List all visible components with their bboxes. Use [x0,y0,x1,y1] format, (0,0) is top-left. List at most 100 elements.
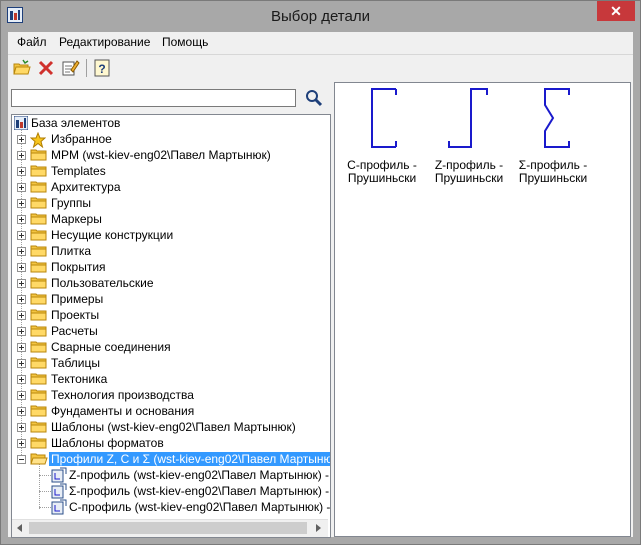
tree-item[interactable]: Шаблоны (wst-kiev-eng02\Павел Мартынюк) [12,419,328,435]
search-icon [306,90,323,107]
expand-icon[interactable] [17,135,26,144]
tree-item[interactable]: Покрытия [12,259,328,275]
tree-item[interactable]: Тектоника [12,371,328,387]
tree-item-label: Пользовательские [51,276,154,290]
tree-item[interactable]: Плитка [12,243,328,259]
close-button[interactable]: ✕ [597,1,635,21]
window: Выбор детали ✕ Файл Редактирование Помощ… [0,0,641,545]
folder-icon [30,228,48,242]
tree-item[interactable]: Несущие конструкции [12,227,328,243]
folder-icon [30,340,48,354]
tree-root-label: База элементов [31,116,121,130]
tree-item-label: Несущие конструкции [51,228,174,242]
tree-item[interactable]: Группы [12,195,328,211]
profile-item-z[interactable]: Z-профиль - Прушиньски [429,83,509,203]
profile-item-sigma[interactable]: Σ-профиль - Прушиньски [513,83,593,203]
expand-icon[interactable] [17,439,26,448]
tree-item-label: Шаблоны форматов [51,436,164,450]
expand-icon[interactable] [17,151,26,160]
tree-item-label: MPM (wst-kiev-eng02\Павел Мартынюк) [51,148,271,162]
delete-button[interactable] [36,58,56,78]
expand-icon[interactable] [17,263,26,272]
tree-child-label: Z-профиль (wst-kiev-eng02\Павел Мартынюк… [69,468,331,482]
tree-item[interactable]: Маркеры [12,211,328,227]
open-folder-button[interactable] [12,58,32,78]
tree-item[interactable]: Профили Z, C и Σ (wst-kiev-eng02\Павел М… [12,451,330,467]
tree-item[interactable]: Избранное [12,131,328,149]
toolbar: ? [8,54,633,81]
folder-icon [30,388,48,402]
tree-item-label: Группы [51,196,91,210]
expand-icon[interactable] [17,343,26,352]
tree-item-label: Шаблоны (wst-kiev-eng02\Павел Мартынюк) [51,420,296,434]
search-button[interactable] [304,88,324,108]
expand-icon[interactable] [17,375,26,384]
expand-icon[interactable] [17,423,26,432]
tree-child-item[interactable]: C-профиль (wst-kiev-eng02\Павел Мартынюк… [12,499,330,515]
profile-item-c[interactable]: C-профиль - Прушиньски [342,83,422,203]
scroll-thumb[interactable] [29,522,307,534]
part-icon [51,467,69,483]
folder-icon [30,404,48,418]
help-button[interactable]: ? [92,58,112,78]
expand-icon[interactable] [17,167,26,176]
edit-button[interactable] [60,58,80,78]
element-tree[interactable]: База элементов Избранное MPM (wst-kiev-en… [11,114,331,538]
tree-item[interactable]: MPM (wst-kiev-eng02\Павел Мартынюк) [12,147,328,163]
scroll-left-icon[interactable] [17,524,22,532]
z-profile-icon [448,88,488,148]
edit-icon [62,60,80,76]
database-icon [14,116,28,130]
tree-item-label: Сварные соединения [51,340,171,354]
tree-item[interactable]: Технология производства [12,387,328,403]
tree-item[interactable]: Примеры [12,291,328,307]
tree-item[interactable]: Пользовательские [12,275,328,291]
c-profile-icon [371,88,397,148]
tree-item[interactable]: Проекты [12,307,328,323]
tree-item[interactable]: Таблицы [12,355,328,371]
tree-item[interactable]: Templates [12,163,328,179]
folder-icon [30,292,48,306]
tree-item[interactable]: Фундаменты и основания [12,403,328,419]
tree-child-label: Σ-профиль (wst-kiev-eng02\Павел Мартынюк… [69,484,331,498]
menu-edit[interactable]: Редактирование [59,35,150,49]
folder-icon [30,372,48,386]
folder-icon [30,148,48,162]
expand-icon[interactable] [17,359,26,368]
expand-icon[interactable] [17,327,26,336]
tree-item[interactable]: Архитектура [12,179,328,195]
tree-root[interactable]: База элементов [12,115,328,131]
tree-item-label: Примеры [51,292,104,306]
expand-icon[interactable] [17,295,26,304]
expand-icon[interactable] [17,391,26,400]
left-pane: База элементов Избранное MPM (wst-kiev-en… [8,82,331,538]
expand-icon[interactable] [17,183,26,192]
tree-child-item[interactable]: Z-профиль (wst-kiev-eng02\Павел Мартынюк… [12,467,331,483]
folder-icon [30,308,48,322]
title-bar[interactable]: Выбор детали ✕ [1,1,640,32]
folder-icon [30,420,48,434]
scroll-right-icon[interactable] [316,524,321,532]
horizontal-scrollbar[interactable] [12,519,328,537]
expand-icon[interactable] [17,215,26,224]
tree-item-label: Templates [51,164,106,178]
expand-icon[interactable] [17,407,26,416]
tree-child-item[interactable]: Σ-профиль (wst-kiev-eng02\Павел Мартынюк… [12,483,331,499]
expand-icon[interactable] [17,231,26,240]
expand-icon[interactable] [17,199,26,208]
expand-icon[interactable] [17,279,26,288]
collapse-icon[interactable] [17,455,26,464]
tree-item-label: Таблицы [51,356,101,370]
search-input[interactable] [11,89,296,107]
tree-item[interactable]: Сварные соединения [12,339,328,355]
toolbar-separator [86,59,87,77]
tree-item[interactable]: Расчеты [12,323,328,339]
tree-item[interactable]: Шаблоны форматов [12,435,328,451]
delete-icon [38,60,54,76]
profile-caption: Z-профиль - Прушиньски [434,158,504,185]
menu-file[interactable]: Файл [17,35,47,49]
expand-icon[interactable] [17,311,26,320]
sigma-profile-icon [544,88,570,148]
menu-help[interactable]: Помощь [162,35,208,49]
expand-icon[interactable] [17,247,26,256]
